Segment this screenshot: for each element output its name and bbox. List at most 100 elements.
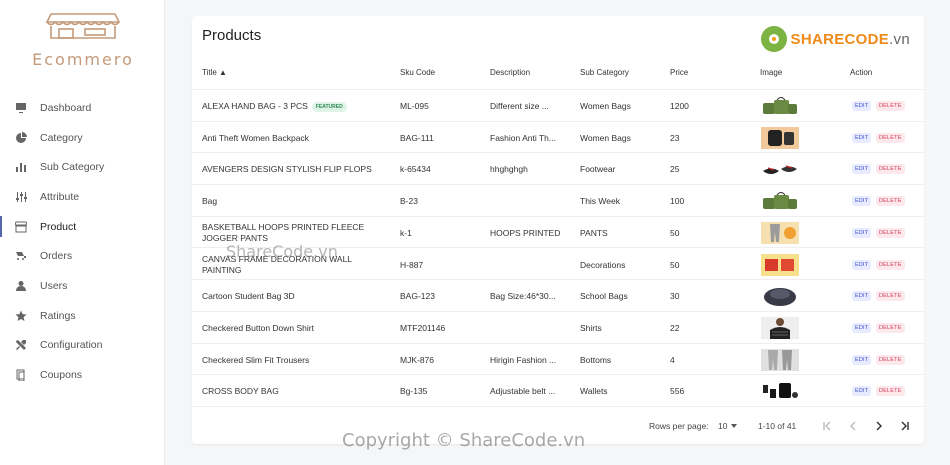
product-title: Checkered Button Down Shirt bbox=[202, 322, 314, 333]
delete-button[interactable]: DELETE bbox=[876, 259, 905, 270]
sidebar-item-label: Ratings bbox=[40, 309, 76, 322]
sidebar-item-label: Configuration bbox=[40, 339, 103, 352]
delete-button[interactable]: DELETE bbox=[876, 227, 905, 238]
column-header-description[interactable]: Description bbox=[490, 68, 530, 77]
star-icon bbox=[14, 309, 28, 323]
products-card: Products SHARECODE.vn Title ▲ Sku Code D… bbox=[192, 16, 924, 444]
cell-sub-category: Women Bags bbox=[580, 101, 631, 111]
column-header-sub-category[interactable]: Sub Category bbox=[580, 68, 629, 77]
delete-button[interactable]: DELETE bbox=[876, 386, 905, 397]
caret-down-icon bbox=[731, 424, 738, 428]
edit-button[interactable]: EDIT bbox=[852, 132, 872, 143]
first-page-icon bbox=[823, 421, 831, 431]
first-page-button[interactable] bbox=[817, 416, 837, 436]
sidebar-item-coupons[interactable]: Coupons bbox=[0, 360, 165, 390]
product-image bbox=[760, 284, 800, 309]
delete-button[interactable]: DELETE bbox=[876, 354, 905, 365]
edit-button[interactable]: EDIT bbox=[852, 259, 872, 270]
product-image bbox=[760, 347, 800, 372]
delete-button[interactable]: DELETE bbox=[876, 132, 905, 143]
cell-price: 23 bbox=[670, 132, 680, 143]
sidebar-item-attribute[interactable]: Attribute bbox=[0, 182, 165, 212]
rows-per-page-value: 10 bbox=[718, 421, 728, 431]
sidebar-item-product[interactable]: Product bbox=[0, 212, 165, 242]
cell-sku: ML-095 bbox=[400, 101, 429, 111]
chevron-left-icon bbox=[850, 421, 856, 431]
table-row[interactable]: Cartoon Student Bag 3D BAG-123 Bag Size:46… bbox=[192, 280, 924, 312]
cell-description: Fashion Anti Th... bbox=[490, 132, 556, 143]
rows-per-page-select[interactable]: 10 bbox=[718, 421, 738, 431]
cell-price: 50 bbox=[670, 227, 680, 238]
sidebar: Ecommero Dashboard Category Sub Category… bbox=[0, 0, 165, 465]
table-row[interactable]: CROSS BODY BAG Bg-135 Adjustable belt ... W… bbox=[192, 375, 924, 407]
edit-button[interactable]: EDIT bbox=[852, 101, 872, 111]
product-title: Anti Theft Women Backpack bbox=[202, 132, 309, 143]
delete-button[interactable]: DELETE bbox=[876, 291, 905, 302]
cell-title: ALEXA HAND BAG - 3 PCS FEATURED bbox=[202, 101, 347, 112]
sidebar-item-sub-category[interactable]: Sub Category bbox=[0, 152, 165, 182]
edit-button[interactable]: EDIT bbox=[852, 322, 872, 333]
column-header-sku[interactable]: Sku Code bbox=[400, 68, 435, 77]
cell-sub-category: Bottoms bbox=[580, 354, 612, 365]
sidebar-item-dashboard[interactable]: Dashboard bbox=[0, 93, 165, 123]
column-header-price[interactable]: Price bbox=[670, 68, 688, 77]
cell-sub-category: School Bags bbox=[580, 291, 628, 302]
sidebar-item-label: Sub Category bbox=[40, 161, 105, 174]
cell-description: hhghghgh bbox=[490, 164, 528, 175]
edit-button[interactable]: EDIT bbox=[852, 291, 872, 302]
table-row[interactable]: AVENGERS DESIGN STYLISH FLIP FLOPS k-6543… bbox=[192, 153, 924, 186]
table-row[interactable]: Checkered Button Down Shirt MTF201146 Shir… bbox=[192, 312, 924, 344]
cell-price: 30 bbox=[670, 291, 680, 302]
cell-title: BASKETBALL HOOPS PRINTED FLEECE JOGGER P… bbox=[202, 222, 377, 244]
previous-page-button[interactable] bbox=[843, 416, 863, 436]
edit-button[interactable]: EDIT bbox=[852, 196, 872, 207]
cell-sku: BAG-123 bbox=[400, 291, 435, 302]
delete-button[interactable]: DELETE bbox=[876, 322, 905, 333]
edit-button[interactable]: EDIT bbox=[852, 164, 872, 175]
cell-sub-category: PANTS bbox=[580, 227, 608, 238]
table-row[interactable]: Anti Theft Women Backpack BAG-111 Fashion … bbox=[192, 122, 924, 154]
cell-price: 50 bbox=[670, 259, 680, 270]
table-row[interactable]: Bag B-23 This Week 100 EDIT DELETE bbox=[192, 185, 924, 217]
chevron-right-icon bbox=[876, 421, 882, 431]
product-image bbox=[760, 125, 800, 150]
cell-title: Bag bbox=[202, 196, 217, 206]
delete-button[interactable]: DELETE bbox=[876, 164, 905, 175]
cell-title: Checkered Button Down Shirt bbox=[202, 323, 314, 333]
pagination-range: 1-10 of 41 bbox=[758, 421, 797, 431]
last-page-icon bbox=[901, 421, 909, 431]
table-row[interactable]: Checkered Slim Fit Trousers MJK-876 Hirigi… bbox=[192, 344, 924, 376]
cell-sub-category: Footwear bbox=[580, 164, 616, 175]
cell-sku: k-65434 bbox=[400, 164, 431, 175]
sidebar-item-ratings[interactable]: Ratings bbox=[0, 301, 165, 331]
monitor-icon bbox=[14, 101, 28, 115]
sidebar-item-category[interactable]: Category bbox=[0, 123, 165, 153]
column-header-title[interactable]: Title ▲ bbox=[202, 68, 227, 77]
delete-button[interactable]: DELETE bbox=[876, 196, 905, 207]
sidebar-item-configuration[interactable]: Configuration bbox=[0, 331, 165, 361]
brand-name: SHARECODE bbox=[790, 30, 890, 48]
product-title: CROSS BODY BAG bbox=[202, 386, 279, 397]
edit-button[interactable]: EDIT bbox=[852, 227, 872, 238]
last-page-button[interactable] bbox=[895, 416, 915, 436]
cell-sku: MTF201146 bbox=[400, 322, 446, 333]
sidebar-item-label: Orders bbox=[40, 250, 73, 263]
cell-sub-category: Decorations bbox=[580, 259, 626, 270]
cell-sku: B-23 bbox=[400, 196, 418, 207]
sidebar-item-orders[interactable]: Orders bbox=[0, 241, 165, 271]
cell-sku: k-1 bbox=[400, 227, 412, 238]
cell-title: CROSS BODY BAG bbox=[202, 386, 279, 396]
store-icon bbox=[14, 220, 28, 234]
cell-description: Hirigin Fashion ... bbox=[490, 354, 557, 365]
table-row[interactable]: ALEXA HAND BAG - 3 PCS FEATURED ML-095 Diff… bbox=[192, 90, 924, 122]
edit-button[interactable]: EDIT bbox=[852, 354, 872, 365]
cell-sub-category: This Week bbox=[580, 196, 620, 207]
cell-price: 1200 bbox=[670, 101, 689, 111]
rows-per-page-label: Rows per page: bbox=[649, 421, 709, 431]
next-page-button[interactable] bbox=[869, 416, 889, 436]
edit-button[interactable]: EDIT bbox=[852, 386, 872, 397]
column-header-image: Image bbox=[760, 68, 783, 77]
sidebar-item-users[interactable]: Users bbox=[0, 271, 165, 301]
delete-button[interactable]: DELETE bbox=[876, 101, 905, 111]
logo[interactable]: Ecommero bbox=[28, 10, 138, 69]
